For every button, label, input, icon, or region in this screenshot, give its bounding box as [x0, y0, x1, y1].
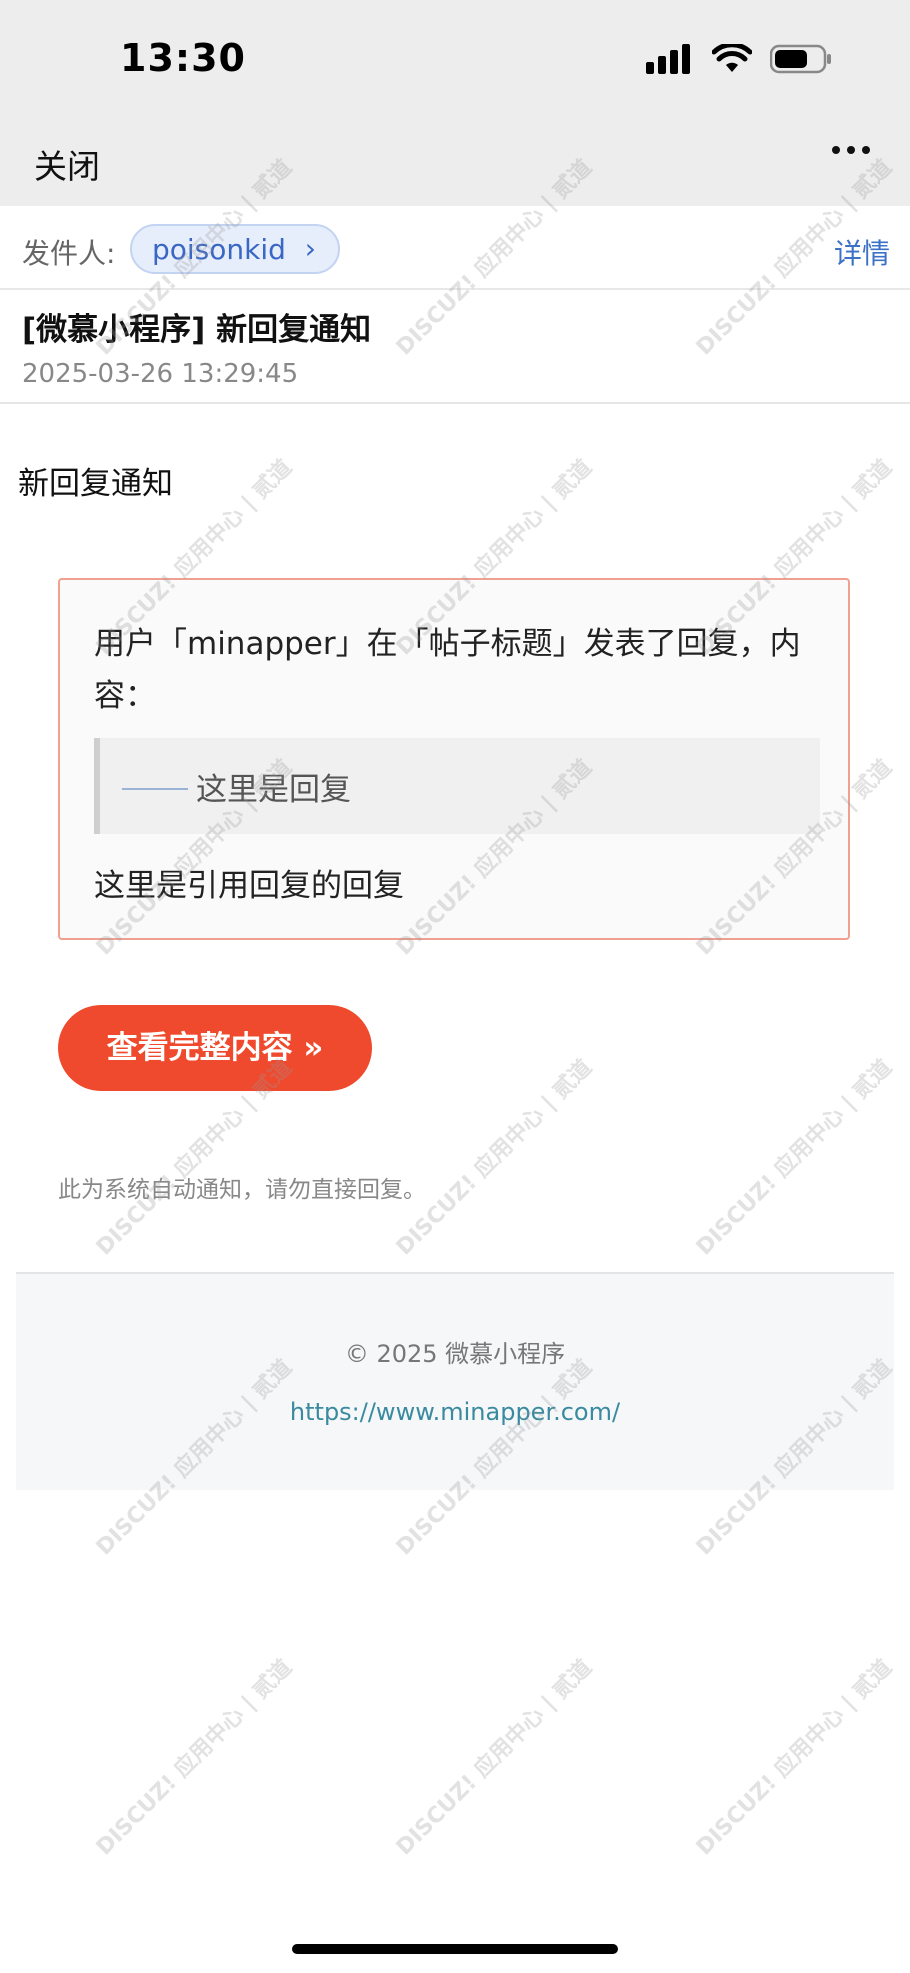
- footer-copyright: © 2025 微慕小程序: [344, 1340, 566, 1368]
- details-link[interactable]: 详情: [834, 232, 890, 272]
- quote-box: 这里是回复: [94, 738, 820, 834]
- subject-title: [微慕小程序] 新回复通知: [22, 312, 372, 348]
- quote-image: [122, 784, 188, 790]
- watermark-text: DISCUZ! 应用中心 | 贰道: [391, 1055, 598, 1261]
- view-full-content-button[interactable]: 查看完整内容 »: [58, 1005, 372, 1091]
- subject-date: 2025-03-26 13:29:45: [22, 359, 299, 389]
- watermark-text: DISCUZ! 应用中心 | 贰道: [91, 1655, 298, 1861]
- signal-icon: [646, 44, 690, 74]
- sender-label: 发件人:: [22, 237, 116, 270]
- home-indicator: [292, 1944, 618, 1954]
- body-heading: 新回复通知: [18, 466, 173, 502]
- reply-of-reply-text: 这里是引用回复的回复: [94, 868, 404, 904]
- watermark-text: DISCUZ! 应用中心 | 贰道: [391, 1655, 598, 1861]
- footer: © 2025 微慕小程序 https://www.minapper.com/: [16, 1272, 894, 1490]
- sender-name: poisonkid: [152, 233, 286, 266]
- more-icon[interactable]: [832, 146, 870, 154]
- reply-card: 用户「minapper」在「帖子标题」发表了回复，内容： 这里是回复 这里是引用…: [58, 578, 850, 940]
- wifi-icon: [712, 44, 752, 72]
- reply-text: 用户「minapper」在「帖子标题」发表了回复，内容：: [94, 626, 801, 714]
- sender-row: 发件人: poisonkid › 详情: [0, 206, 910, 290]
- status-time: 13:30: [120, 36, 246, 80]
- footer-link[interactable]: https://www.minapper.com/: [16, 1398, 894, 1426]
- auto-notice: 此为系统自动通知，请勿直接回复。: [58, 1177, 426, 1203]
- watermark-text: DISCUZ! 应用中心 | 贰道: [691, 1055, 898, 1261]
- watermark-layer: DISCUZ! 应用中心 | 贰道 DISCUZ! 应用中心 | 贰道 DISCUZ…: [0, 0, 910, 1973]
- quote-text: 这里是回复: [196, 772, 351, 808]
- chevron-right-icon: ›: [304, 232, 316, 265]
- status-icons: [646, 44, 832, 74]
- sender-chip[interactable]: poisonkid ›: [130, 224, 340, 274]
- close-button[interactable]: 关闭: [34, 140, 100, 188]
- battery-icon: [770, 44, 831, 74]
- divider: [0, 402, 910, 404]
- top-bar: 13:30 关闭: [0, 0, 910, 206]
- watermark-text: DISCUZ! 应用中心 | 贰道: [691, 1655, 898, 1861]
